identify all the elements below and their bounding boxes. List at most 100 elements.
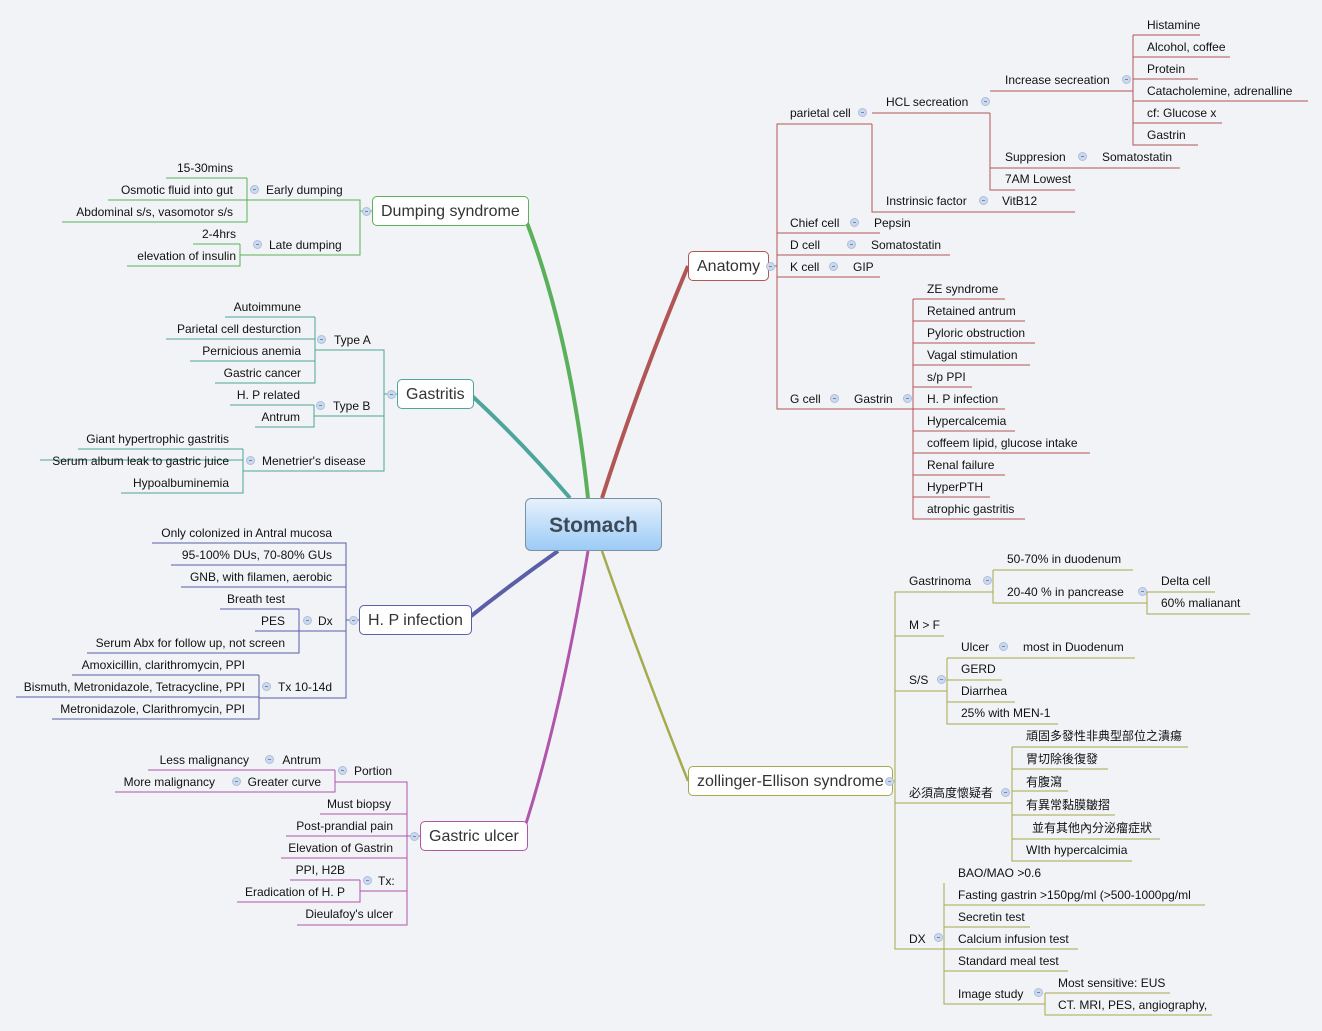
node-item[interactable]: Serum Abx for follow up, not screen	[96, 636, 285, 650]
collapse-icon[interactable]	[246, 456, 255, 465]
collapse-icon[interactable]	[265, 755, 274, 764]
node-item[interactable]: BAO/MAO >0.6	[958, 866, 1041, 880]
node-type-a[interactable]: Type A	[334, 333, 371, 347]
collapse-icon[interactable]	[410, 832, 419, 841]
collapse-icon[interactable]	[338, 766, 347, 775]
collapse-icon[interactable]	[262, 682, 271, 691]
collapse-icon[interactable]	[1001, 788, 1010, 797]
node-item[interactable]: Eradication of H. P	[245, 885, 345, 899]
node-item[interactable]: 並有其他內分泌瘤症狀	[1032, 821, 1152, 835]
collapse-icon[interactable]	[766, 262, 775, 271]
node-item[interactable]: Dieulafoy's ulcer	[305, 907, 393, 921]
topic-gastritis[interactable]: Gastritis	[397, 379, 474, 409]
node-item[interactable]: Renal failure	[927, 458, 994, 472]
node-portion[interactable]: Portion	[354, 764, 392, 778]
central-topic[interactable]: Stomach	[525, 498, 662, 551]
node-item[interactable]: Metronidazole, Clarithromycin, PPI	[60, 702, 245, 716]
node-hcl-secreation[interactable]: HCL secreation	[886, 95, 968, 109]
node-item[interactable]: 50-70% in duodenum	[1007, 552, 1121, 566]
collapse-icon[interactable]	[847, 240, 856, 249]
node-intrinsic-factor[interactable]: Instrinsic factor	[886, 194, 967, 208]
node-item[interactable]: 頑固多發性非典型部位之潰瘍	[1026, 729, 1182, 743]
node-item[interactable]: Breath test	[227, 592, 285, 606]
node-gastrin[interactable]: Gastrin	[854, 392, 893, 406]
node-item[interactable]: cf: Glucose x	[1147, 106, 1216, 120]
node-item[interactable]: 60% malianant	[1161, 596, 1240, 610]
collapse-icon[interactable]	[253, 240, 262, 249]
node-menetrier[interactable]: Menetrier's disease	[262, 454, 366, 468]
topic-hp-infection[interactable]: H. P infection	[359, 605, 472, 635]
node-m-f[interactable]: M > F	[909, 618, 940, 632]
node-item[interactable]: Giant hypertrophic gastritis	[86, 432, 229, 446]
node-suppresion[interactable]: Suppresion	[1005, 150, 1066, 164]
node-item[interactable]: Pepsin	[874, 216, 911, 230]
node-item[interactable]: Alcohol, coffee	[1147, 40, 1226, 54]
collapse-icon[interactable]	[363, 876, 372, 885]
node-d-cell[interactable]: D cell	[790, 238, 820, 252]
node-item[interactable]: 有腹瀉	[1026, 775, 1062, 789]
node-increase-secreation[interactable]: Increase secreation	[1005, 73, 1110, 87]
node-item[interactable]: Retained antrum	[927, 304, 1016, 318]
collapse-icon[interactable]	[303, 616, 312, 625]
node-tx[interactable]: Tx:	[378, 874, 395, 888]
node-item[interactable]: Gastrin	[1147, 128, 1186, 142]
collapse-icon[interactable]	[981, 97, 990, 106]
node-item[interactable]: Diarrhea	[961, 684, 1007, 698]
node-g-cell[interactable]: G cell	[790, 392, 821, 406]
node-item[interactable]: Post-prandial pain	[296, 819, 393, 833]
node-antrum[interactable]: Antrum	[282, 753, 321, 767]
node-k-cell[interactable]: K cell	[790, 260, 819, 274]
node-item[interactable]: Only colonized in Antral mucosa	[161, 526, 332, 540]
node-item[interactable]: Autoimmune	[234, 300, 301, 314]
node-chief-cell[interactable]: Chief cell	[790, 216, 839, 230]
topic-dumping-syndrome[interactable]: Dumping syndrome	[372, 196, 529, 226]
collapse-icon[interactable]	[1034, 988, 1043, 997]
node-early-dumping[interactable]: Early dumping	[266, 183, 343, 197]
node-item[interactable]: Calcium infusion test	[958, 932, 1069, 946]
node-item[interactable]: Osmotic fluid into gut	[121, 183, 233, 197]
node-parietal-cell[interactable]: parietal cell	[790, 106, 851, 120]
node-item[interactable]: Must biopsy	[327, 797, 391, 811]
node-item[interactable]: Elevation of Gastrin	[288, 841, 393, 855]
node-item[interactable]: Pyloric obstruction	[927, 326, 1025, 340]
node-item[interactable]: PPI, H2B	[296, 863, 345, 877]
node-item[interactable]: Serum album leak to gastric juice	[52, 454, 229, 468]
node-item[interactable]: Somatostatin	[1102, 150, 1172, 164]
node-item[interactable]: elevation of insulin	[137, 249, 236, 263]
topic-anatomy[interactable]: Anatomy	[688, 251, 770, 281]
collapse-icon[interactable]	[232, 777, 241, 786]
node-item[interactable]: Hypercalcemia	[927, 414, 1006, 428]
node-item[interactable]: H. P related	[237, 388, 300, 402]
node-item[interactable]: More malignancy	[124, 775, 215, 789]
node-item[interactable]: 95-100% DUs, 70-80% GUs	[182, 548, 332, 562]
collapse-icon[interactable]	[250, 185, 259, 194]
node-item[interactable]: Catacholemine, adrenalline	[1147, 84, 1292, 98]
node-item[interactable]: coffeem lipid, glucose intake	[927, 436, 1078, 450]
node-item[interactable]: WIth hypercalcimia	[1026, 843, 1127, 857]
node-ulcer[interactable]: Ulcer	[961, 640, 989, 654]
node-type-b[interactable]: Type B	[333, 399, 370, 413]
collapse-icon[interactable]	[983, 576, 992, 585]
topic-ze-syndrome[interactable]: zollinger-Ellison syndrome	[688, 766, 893, 796]
node-pancrease[interactable]: 20-40 % in pancrease	[1007, 585, 1124, 599]
node-item[interactable]: Vagal stimulation	[927, 348, 1018, 362]
node-tx[interactable]: Tx 10-14d	[278, 680, 332, 694]
node-item[interactable]: Fasting gastrin >150pg/ml (>500-1000pg/m…	[958, 888, 1191, 902]
collapse-icon[interactable]	[1122, 75, 1131, 84]
node-item[interactable]: ZE syndrome	[927, 282, 998, 296]
node-item[interactable]: Hypoalbuminemia	[133, 476, 229, 490]
node-gastrinoma[interactable]: Gastrinoma	[909, 574, 971, 588]
collapse-icon[interactable]	[858, 108, 867, 117]
collapse-icon[interactable]	[387, 390, 396, 399]
node-item[interactable]: GNB, with filamen, aerobic	[190, 570, 332, 584]
collapse-icon[interactable]	[850, 218, 859, 227]
node-item[interactable]: most in Duodenum	[1023, 640, 1124, 654]
node-item[interactable]: Standard meal test	[958, 954, 1059, 968]
collapse-icon[interactable]	[1138, 587, 1147, 596]
node-item[interactable]: Bismuth, Metronidazole, Tetracycline, PP…	[24, 680, 245, 694]
node-item[interactable]: Parietal cell desturction	[177, 322, 301, 336]
collapse-icon[interactable]	[362, 207, 371, 216]
node-item[interactable]: Pernicious anemia	[202, 344, 301, 358]
node-item[interactable]: GERD	[961, 662, 996, 676]
collapse-icon[interactable]	[937, 675, 946, 684]
